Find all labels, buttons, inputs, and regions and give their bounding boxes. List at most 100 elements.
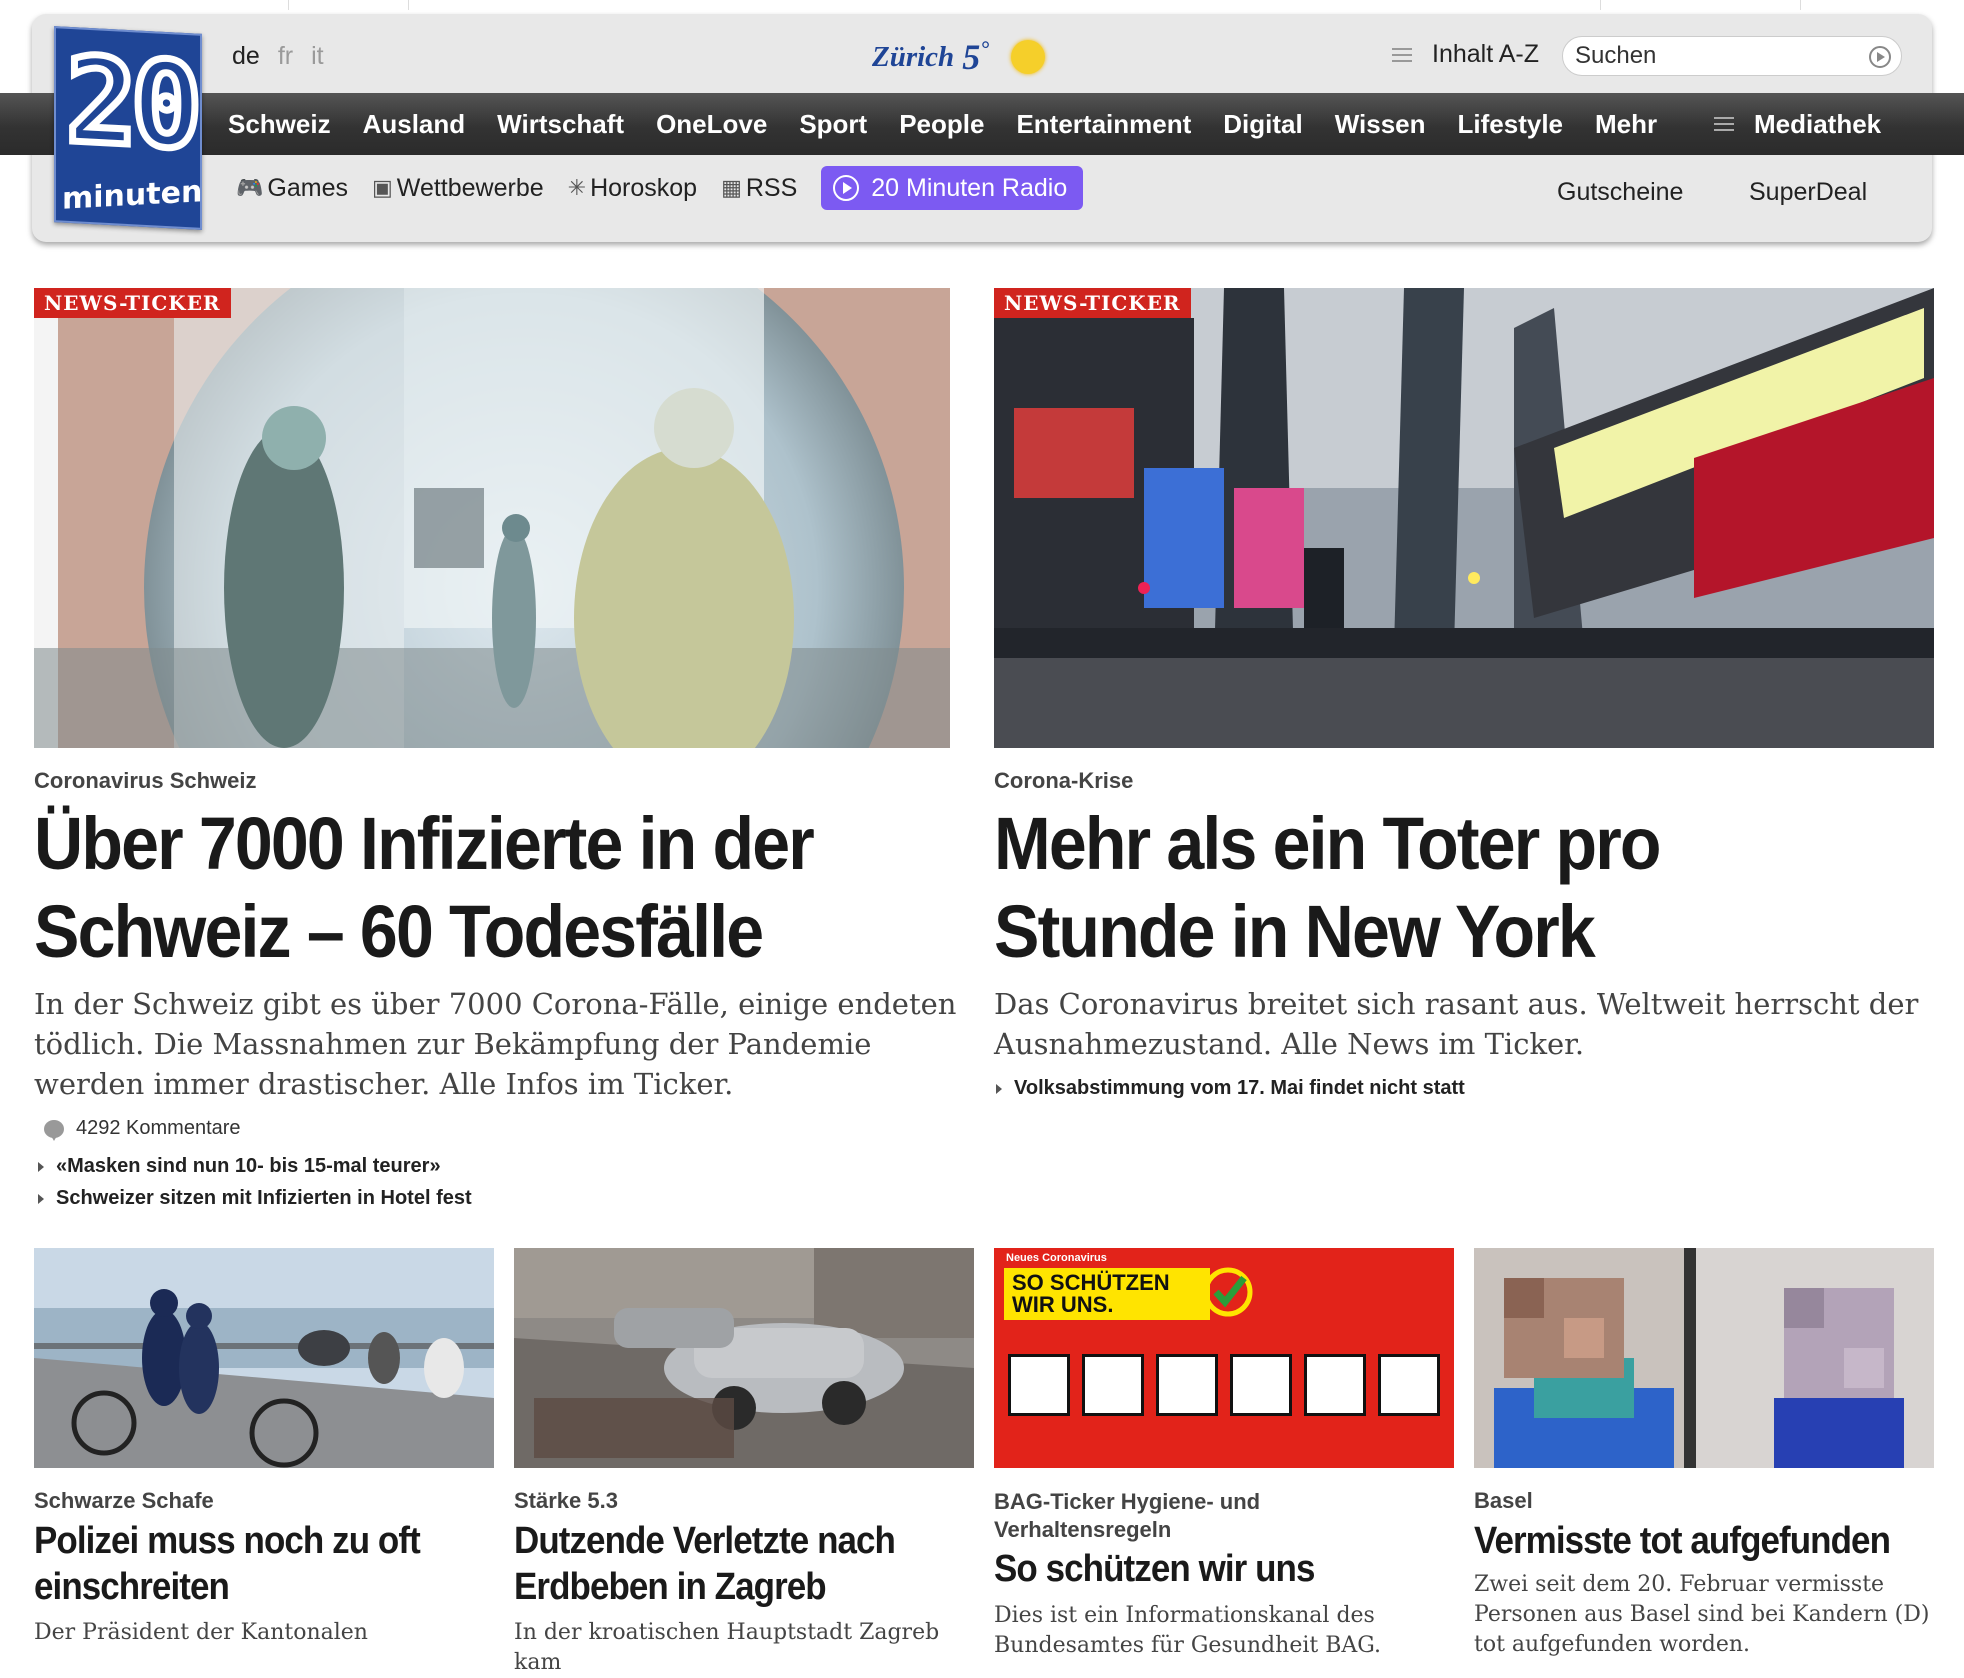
card-kicker: Stärke 5.3 [514,1488,618,1513]
lang-fr[interactable]: fr [278,42,293,70]
weather-city: Zürich [872,40,955,73]
menu-icon [1392,44,1412,66]
language-switcher: de fr it [232,42,342,71]
graphic-title-box: SO SCHÜTZEN WIR UNS. [1004,1268,1210,1320]
subnav-horoskop[interactable]: ✳ Horoskop [568,174,697,203]
card-lead: Der Präsident der Kantonalen [34,1620,368,1645]
card-image[interactable] [514,1248,974,1468]
news-ticker-badge: NEWS-TICKER [994,288,1191,318]
card-image[interactable] [1474,1248,1934,1468]
card-headline[interactable]: Dutzende Verletzte nach Erdbeben in Zagr… [514,1518,946,1610]
radio-button[interactable]: 20 Minuten Radio [821,166,1084,210]
mediathek-label: Mediathek [1754,108,1882,139]
nav-digital[interactable]: Digital [1223,109,1302,140]
related-link[interactable]: «Masken sind nun 10- bis 15-mal teurer» [38,1155,441,1178]
lang-it[interactable]: it [311,42,324,70]
nav-schweiz[interactable]: Schweiz [228,109,331,140]
weather-widget[interactable]: Zürich 5 ° [872,36,1045,78]
subnav-rss[interactable]: ▦ RSS [721,174,797,203]
star-icon: ✳ [567,175,587,200]
weather-unit: ° [980,36,989,61]
radio-label: 20 Minuten Radio [871,173,1068,202]
main-nav: Schweiz Ausland Wirtschaft OneLove Sport… [0,93,1964,155]
index-link-label: Inhalt A-Z [1432,40,1539,68]
mediathek-link[interactable]: Mediathek [1714,93,1881,155]
comment-bubble-icon [44,1119,64,1141]
subnav-horoskop-label: Horoskop [590,173,698,202]
comments-link[interactable]: 4292 Kommentare [44,1117,241,1141]
card-kicker: Schwarze Schafe [34,1488,214,1513]
logo-number: 20 [63,27,200,179]
arrow-right-icon [38,1193,44,1204]
subnav-games[interactable]: 🎮 Games [236,174,348,203]
card-headline[interactable]: Vermisste tot aufgefunden [1474,1518,1916,1564]
related-link-label: Schweizer sitzen mit Infizierten in Hote… [56,1187,472,1209]
nav-lifestyle[interactable]: Lifestyle [1458,109,1564,140]
news-ticker-badge: NEWS-TICKER [34,288,231,318]
article-image[interactable]: NEWS-TICKER [34,288,950,748]
site-logo[interactable]: 20 minuten [54,26,202,230]
gamepad-icon: 🎮 [236,175,264,200]
handwash-icon [1008,1354,1070,1416]
arrow-right-icon [996,1083,1002,1094]
article-lead: Das Coronavirus breitet sich rasant aus.… [994,987,1919,1061]
subnav-wettbewerbe[interactable]: ▣ Wettbewerbe [372,174,544,203]
nav-wissen[interactable]: Wissen [1335,109,1426,140]
article-image[interactable]: NEWS-TICKER [994,288,1934,748]
hygiene-icons [1008,1354,1440,1416]
menu-icon [1714,113,1734,135]
related-link-label: «Masken sind nun 10- bis 15-mal teurer» [56,1155,441,1177]
search-box[interactable] [1562,36,1902,76]
gutscheine-link[interactable]: Gutscheine [1557,178,1683,207]
logo-word: minuten [62,174,203,217]
graphic-title-line-2: WIR UNS. [1012,1292,1114,1317]
card-lead: Zwei seit dem 20. Februar vermisste Pers… [1474,1572,1930,1657]
subnav-rss-label: RSS [745,173,798,202]
play-icon [833,175,860,201]
nav-people[interactable]: People [899,109,984,140]
graphic-title-line-1: SO SCHÜTZEN [1012,1270,1170,1295]
related-link[interactable]: Volksabstimmung vom 17. Mai findet nicht… [996,1077,1465,1100]
card-image[interactable]: Neues Coronavirus SO SCHÜTZEN WIR UNS. [994,1248,1454,1468]
card-image[interactable] [34,1248,494,1468]
arrow-right-icon [38,1161,44,1172]
superdeal-link[interactable]: SuperDeal [1749,178,1867,207]
nav-wirtschaft[interactable]: Wirtschaft [497,109,624,140]
related-link[interactable]: Schweizer sitzen mit Infizierten in Hote… [38,1187,472,1210]
nav-entertainment[interactable]: Entertainment [1016,109,1191,140]
related-link-label: Volksabstimmung vom 17. Mai findet nicht… [1014,1077,1465,1099]
stay-home-icon [1304,1354,1366,1416]
doctor-icon [1378,1354,1440,1416]
subnav-games-label: Games [267,173,348,202]
gift-icon: ▣ [372,175,393,200]
graphic-small-label: Neues Coronavirus [1006,1252,1107,1264]
search-submit-icon[interactable] [1869,46,1891,68]
sub-nav: 🎮 Games ▣ Wettbewerbe ✳ Horoskop ▦ RSS 2… [236,166,1084,210]
no-handshake-icon [1082,1354,1144,1416]
nav-ausland[interactable]: Ausland [363,109,466,140]
card-kicker: Basel [1474,1488,1533,1513]
comments-count: 4292 Kommentare [76,1117,241,1139]
article-headline[interactable]: Über 7000 Infizierte in der Schweiz – 60… [34,800,945,976]
top-rule [0,0,1964,12]
search-input[interactable] [1573,41,1857,71]
card-headline[interactable]: So schützen wir uns [994,1546,1426,1592]
distance-icon [1230,1354,1292,1416]
lang-de[interactable]: de [232,42,260,70]
nav-mehr[interactable]: Mehr [1595,109,1657,140]
nav-sport[interactable]: Sport [799,109,867,140]
nav-onelove[interactable]: OneLove [656,109,767,140]
index-link[interactable]: Inhalt A-Z [1392,40,1539,69]
card-lead: In der kroatischen Hauptstadt Zagreb kam [514,1620,940,1675]
card-lead: Dies ist ein Informationskanal des Bunde… [994,1603,1382,1658]
sun-icon [1011,40,1045,74]
check-icon [1203,1267,1253,1317]
card-headline[interactable]: Polizei muss noch zu oft einschreiten [34,1518,466,1610]
cough-icon [1156,1354,1218,1416]
article-lead: In der Schweiz gibt es über 7000 Corona-… [34,987,957,1101]
subnav-wettbewerbe-label: Wettbewerbe [396,173,544,202]
rss-icon: ▦ [721,175,742,200]
article-kicker: Coronavirus Schweiz [34,768,257,793]
card-kicker: BAG-Ticker Hygiene- und Verhaltensregeln [994,1489,1261,1542]
article-headline[interactable]: Mehr als ein Toter pro Stunde in New Yor… [994,800,1822,976]
